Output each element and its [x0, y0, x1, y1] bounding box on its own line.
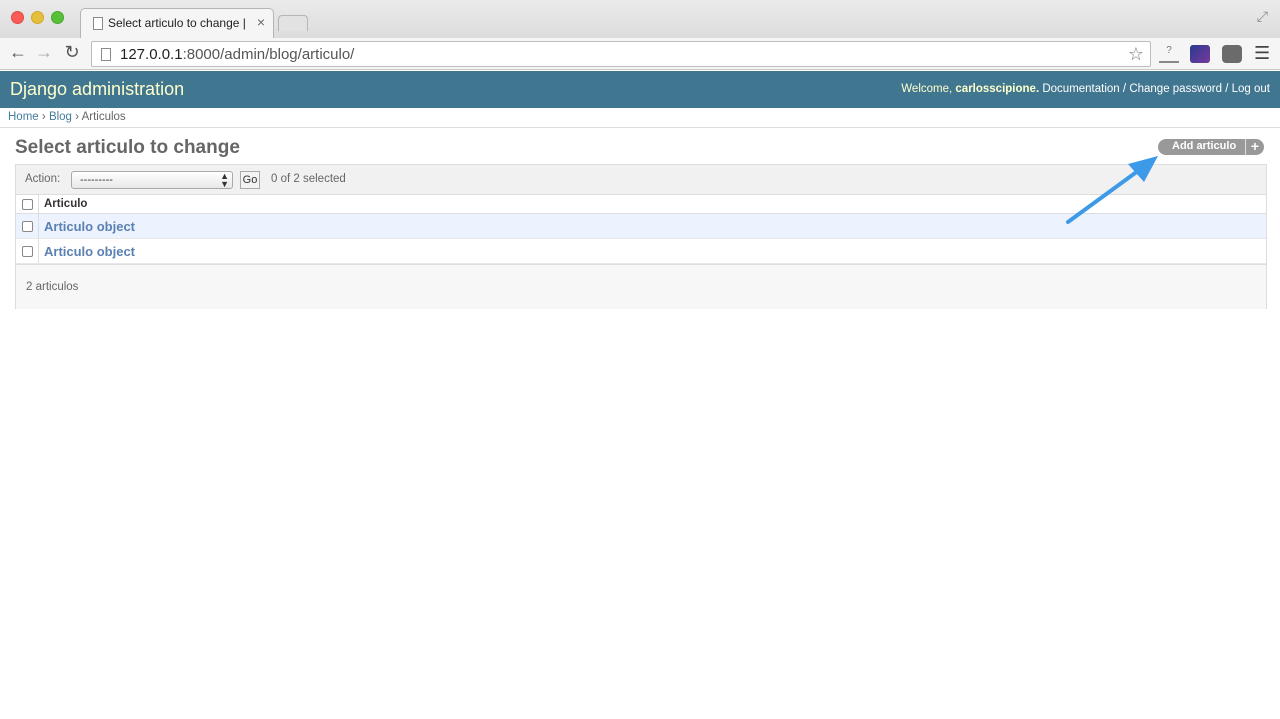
log-out-link[interactable]: Log out — [1232, 83, 1270, 95]
column-divider — [38, 214, 39, 238]
annotation-arrow-icon — [1066, 156, 1158, 224]
admin-header: Django administration Welcome, carlossci… — [0, 71, 1280, 108]
close-window-button[interactable] — [11, 11, 24, 24]
action-counter: 0 of 2 selected — [271, 173, 346, 185]
column-divider — [38, 239, 39, 263]
fullscreen-icon[interactable]: ⤢ — [1257, 8, 1268, 25]
pocket-icon[interactable] — [1222, 45, 1242, 63]
column-header-articulo[interactable]: Articulo — [44, 198, 87, 210]
change-password-link[interactable]: Change password — [1129, 83, 1222, 95]
browser-titlebar: Select articulo to change | × ⤢ — [0, 0, 1280, 38]
zoom-window-button[interactable] — [51, 11, 64, 24]
page-title: Select articulo to change — [15, 137, 240, 158]
action-label: Action: — [25, 173, 61, 185]
action-select[interactable]: --------- ▲ ▼ — [71, 171, 233, 189]
username: carlosscipione. — [955, 83, 1040, 95]
user-tools: Welcome, carlosscipione. Documentation /… — [901, 83, 1270, 95]
breadcrumb-blog[interactable]: Blog — [49, 111, 72, 123]
breadcrumb: Home › Blog › Articulos — [0, 108, 1280, 128]
go-button[interactable]: Go — [240, 171, 260, 189]
plus-icon: + — [1245, 139, 1264, 155]
extension-icon[interactable]: ? — [1159, 45, 1179, 63]
paginator: 2 articulos — [16, 264, 1266, 309]
browser-tab[interactable]: Select articulo to change | × — [80, 8, 274, 38]
site-name[interactable]: Django administration — [10, 79, 184, 100]
minimize-window-button[interactable] — [31, 11, 44, 24]
bookmark-star-icon[interactable]: ☆ — [1128, 44, 1144, 65]
breadcrumb-separator: › — [75, 111, 80, 123]
new-tab-button[interactable] — [278, 15, 308, 31]
extension-icon[interactable] — [1190, 45, 1210, 63]
select-all-checkbox[interactable] — [22, 199, 33, 210]
page-icon — [93, 17, 103, 30]
reload-icon[interactable]: ↻ — [61, 42, 83, 63]
separator: / — [1122, 83, 1127, 95]
separator: / — [1225, 83, 1229, 95]
select-arrows-icon: ▲ ▼ — [220, 171, 229, 189]
breadcrumb-separator: › — [41, 111, 46, 123]
breadcrumb-home[interactable]: Home — [8, 111, 39, 123]
browser-toolbar: ← → ↻ 127.0.0.1:8000/admin/blog/articulo… — [0, 38, 1280, 70]
row-checkbox[interactable] — [22, 221, 33, 232]
page-icon — [101, 48, 111, 61]
add-button-label: Add articulo — [1172, 140, 1237, 152]
table-row: Articulo object — [16, 239, 1266, 264]
action-selected-value: --------- — [80, 174, 113, 186]
row-link[interactable]: Articulo object — [44, 219, 135, 234]
welcome-text: Welcome, — [901, 83, 953, 95]
tab-title: Select articulo to change | — [108, 16, 246, 30]
column-divider — [38, 195, 39, 213]
address-bar[interactable]: 127.0.0.1:8000/admin/blog/articulo/ ☆ — [91, 41, 1151, 67]
row-checkbox[interactable] — [22, 246, 33, 257]
forward-arrow-icon[interactable]: → — [33, 42, 55, 63]
documentation-link[interactable]: Documentation — [1042, 83, 1119, 95]
add-articulo-button[interactable]: Add articulo + — [1158, 139, 1264, 155]
row-link[interactable]: Articulo object — [44, 244, 135, 259]
back-arrow-icon[interactable]: ← — [7, 42, 29, 63]
menu-icon[interactable]: ☰ — [1254, 43, 1270, 64]
url-text[interactable]: 127.0.0.1:8000/admin/blog/articulo/ — [120, 46, 354, 63]
close-tab-icon[interactable]: × — [257, 14, 265, 30]
breadcrumb-current: Articulos — [81, 111, 126, 123]
